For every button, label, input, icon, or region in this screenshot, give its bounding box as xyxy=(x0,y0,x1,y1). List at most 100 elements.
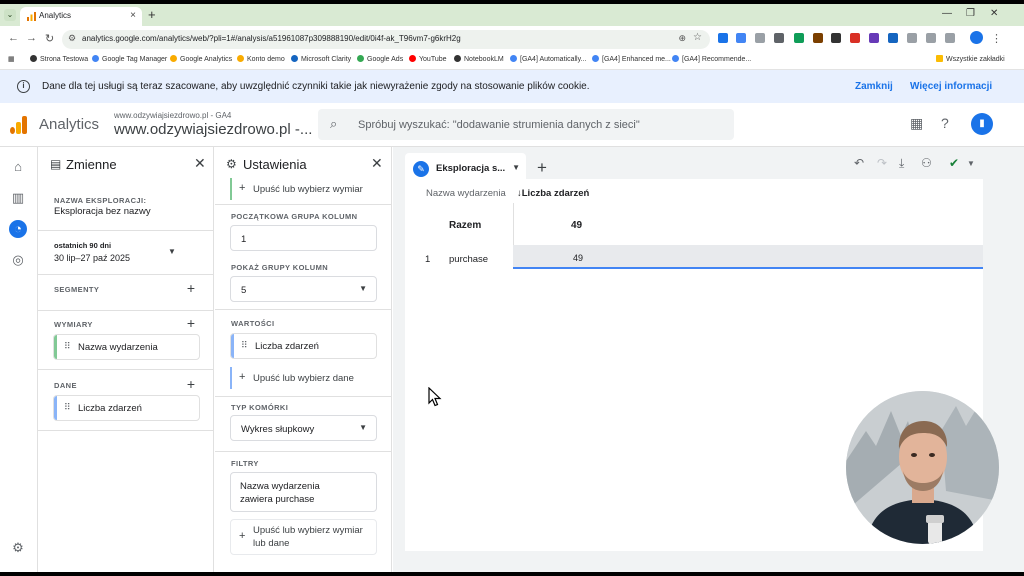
cell-type-select[interactable]: Wykres słupkowy ▼ xyxy=(230,415,377,441)
add-tab-icon[interactable]: + xyxy=(537,158,547,178)
restore-icon[interactable]: ❐ xyxy=(966,8,975,19)
extension-blue-icon[interactable] xyxy=(888,33,898,43)
extension-box-icon[interactable] xyxy=(774,33,784,43)
ga-header: Analytics www.odzywiajsiezdrowo.pl - GA4… xyxy=(0,103,1024,147)
show-groups-select[interactable]: 5 ▼ xyxy=(230,276,377,302)
screen: ⌄ Analytics × + — ❐ ✕ ← → ↻ ⚙ analytics.… xyxy=(0,4,1024,572)
property-selector[interactable]: www.odzywiajsiezdrowo.pl -... xyxy=(114,121,312,138)
date-range-picker[interactable]: ostatnich 90 dni 30 lip–27 paź 2025 ▼ xyxy=(50,239,200,269)
bookmark-item[interactable]: [GA4] Enhanced me... xyxy=(592,55,671,63)
reports-icon[interactable]: ▥ xyxy=(9,189,27,207)
site-info-icon[interactable]: ⚙ xyxy=(68,33,76,44)
help-icon[interactable]: ? xyxy=(941,115,949,131)
start-group-input[interactable]: 1 xyxy=(230,225,377,251)
divider xyxy=(38,430,213,431)
filter-chip[interactable]: Nazwa wydarzenia zawiera purchase xyxy=(230,472,377,512)
add-metric-icon[interactable]: + xyxy=(187,376,195,392)
undo-icon[interactable]: ↶ xyxy=(854,156,864,170)
show-groups-value: 5 xyxy=(241,285,247,296)
profile-icon[interactable] xyxy=(970,31,983,44)
zoom-icon[interactable]: ⊕ xyxy=(678,33,686,44)
account-avatar[interactable]: ▮ xyxy=(971,113,993,135)
address-bar[interactable]: ⚙ analytics.google.com/analytics/web/?pl… xyxy=(62,30,710,49)
chevron-down-icon: ▼ xyxy=(359,423,367,432)
forward-icon[interactable]: → xyxy=(26,32,37,44)
exploration-name-field[interactable]: Eksploracja bez nazwy xyxy=(54,206,151,217)
banner-close-button[interactable]: Zamknij xyxy=(855,81,893,92)
dimension-chip[interactable]: ⠿ Nazwa wydarzenia xyxy=(53,334,200,360)
bookmark-star-icon[interactable]: ☆ xyxy=(693,32,702,43)
extension-dark-icon[interactable] xyxy=(831,33,841,43)
banner-more-info-button[interactable]: Więcej informacji xyxy=(910,81,992,92)
column-header-metric[interactable]: ↓Liczba zdarzeń xyxy=(514,179,983,203)
bookmark-item[interactable]: Google Ads xyxy=(357,55,403,63)
value-chip[interactable]: ⠿ Liczba zdarzeń xyxy=(230,333,377,359)
extension-brown-icon[interactable] xyxy=(813,33,823,43)
close-settings-icon[interactable]: ✕ xyxy=(371,155,383,172)
drop-filter-target[interactable]: + Upuść lub wybierz wymiar lub dane xyxy=(230,519,377,555)
chevron-down-icon[interactable]: ▼ xyxy=(967,159,975,168)
search-input[interactable]: ⌕ Spróbuj wyszukać: "dodawanie strumieni… xyxy=(318,109,734,140)
browser-tab[interactable]: Analytics × xyxy=(20,7,142,26)
add-segment-icon[interactable]: + xyxy=(187,280,195,296)
column-header-dimension[interactable]: Nazwa wydarzenia xyxy=(426,188,506,199)
dimension-color-bar xyxy=(54,335,57,359)
bookmark-item[interactable]: Strona Testowa xyxy=(30,55,88,63)
drop-data-target[interactable]: + Upuść lub wybierz dane xyxy=(230,365,377,391)
chevron-down-icon[interactable]: ▼ xyxy=(512,163,520,172)
all-bookmarks[interactable]: Wszystkie zakładki xyxy=(936,55,1005,63)
extension-tag-icon[interactable] xyxy=(736,33,746,43)
bookmark-item[interactable]: Konto demo xyxy=(237,55,285,63)
redo-icon[interactable]: ↷ xyxy=(877,156,887,170)
share-user-icon[interactable]: ⚇ xyxy=(921,156,932,170)
bookmark-item[interactable]: Microsoft Clarity xyxy=(291,55,351,63)
segments-label: SEGMENTY xyxy=(54,285,100,294)
close-variables-icon[interactable]: ✕ xyxy=(194,155,206,172)
filter-line-2: zawiera purchase xyxy=(240,494,315,505)
home-icon[interactable]: ⌂ xyxy=(9,158,27,176)
add-dimension-icon[interactable]: + xyxy=(187,315,195,331)
metric-chip[interactable]: ⠿ Liczba zdarzeń xyxy=(53,395,200,421)
bookmark-item[interactable]: Google Analytics xyxy=(170,55,232,63)
drop-dimension-target[interactable]: + Upuść lub wybierz wymiar xyxy=(230,176,377,202)
check-circle-icon[interactable]: ✔ xyxy=(949,156,959,170)
new-tab-icon[interactable]: + xyxy=(148,7,156,22)
extension-crop-icon[interactable] xyxy=(926,33,936,43)
extension-green-icon[interactable] xyxy=(794,33,804,43)
explore-icon[interactable]: ◔ xyxy=(9,220,27,238)
download-icon[interactable]: ⤓ xyxy=(899,156,904,171)
analytics-logo-icon[interactable] xyxy=(10,116,28,134)
search-icon: ⌕ xyxy=(330,116,338,131)
drag-handle-icon[interactable]: ⠿ xyxy=(241,340,248,351)
drag-handle-icon[interactable]: ⠿ xyxy=(64,402,71,413)
back-icon[interactable]: ← xyxy=(8,32,19,44)
bookmark-item[interactable]: [GA4] Automatically... xyxy=(510,55,586,63)
property-subtitle[interactable]: www.odzywiajsiezdrowo.pl - GA4 xyxy=(114,111,231,120)
admin-gear-icon[interactable]: ⚙ xyxy=(9,539,27,557)
extension-red-icon[interactable] xyxy=(850,33,860,43)
reload-icon[interactable]: ↻ xyxy=(45,32,54,45)
bookmark-item[interactable]: YouTube xyxy=(409,55,447,63)
extension-grid-icon[interactable] xyxy=(755,33,765,43)
browser-menu-icon[interactable]: ⋮ xyxy=(991,32,1002,45)
bookmark-label: Google Ads xyxy=(367,56,404,63)
close-tab-icon[interactable]: × xyxy=(130,10,136,21)
apps-icon[interactable]: ▦ xyxy=(8,55,15,63)
bookmark-item[interactable]: Google Tag Manager xyxy=(92,55,167,63)
window-close-icon[interactable]: ✕ xyxy=(990,8,998,19)
extension-purple-icon[interactable] xyxy=(869,33,879,43)
chevron-down-icon: ▼ xyxy=(359,284,367,293)
extensions-puzzle-icon[interactable] xyxy=(945,33,955,43)
table-row[interactable]: 1 purchase 49 xyxy=(405,245,983,269)
advertising-icon[interactable]: ◎ xyxy=(9,251,27,269)
table-row-total: Razem 49 xyxy=(405,203,983,245)
divider xyxy=(215,451,391,452)
extension-filter-icon[interactable] xyxy=(718,33,728,43)
apps-grid-icon[interactable]: ▦ xyxy=(910,115,923,132)
tab-search-icon[interactable]: ⌄ xyxy=(4,9,16,21)
drag-handle-icon[interactable]: ⠿ xyxy=(64,341,71,352)
minimize-icon[interactable]: — xyxy=(942,8,952,19)
bookmark-item[interactable]: NotebookLM xyxy=(454,55,504,63)
bookmark-item[interactable]: [GA4] Recommende... xyxy=(672,55,751,63)
extension-search-icon[interactable] xyxy=(907,33,917,43)
